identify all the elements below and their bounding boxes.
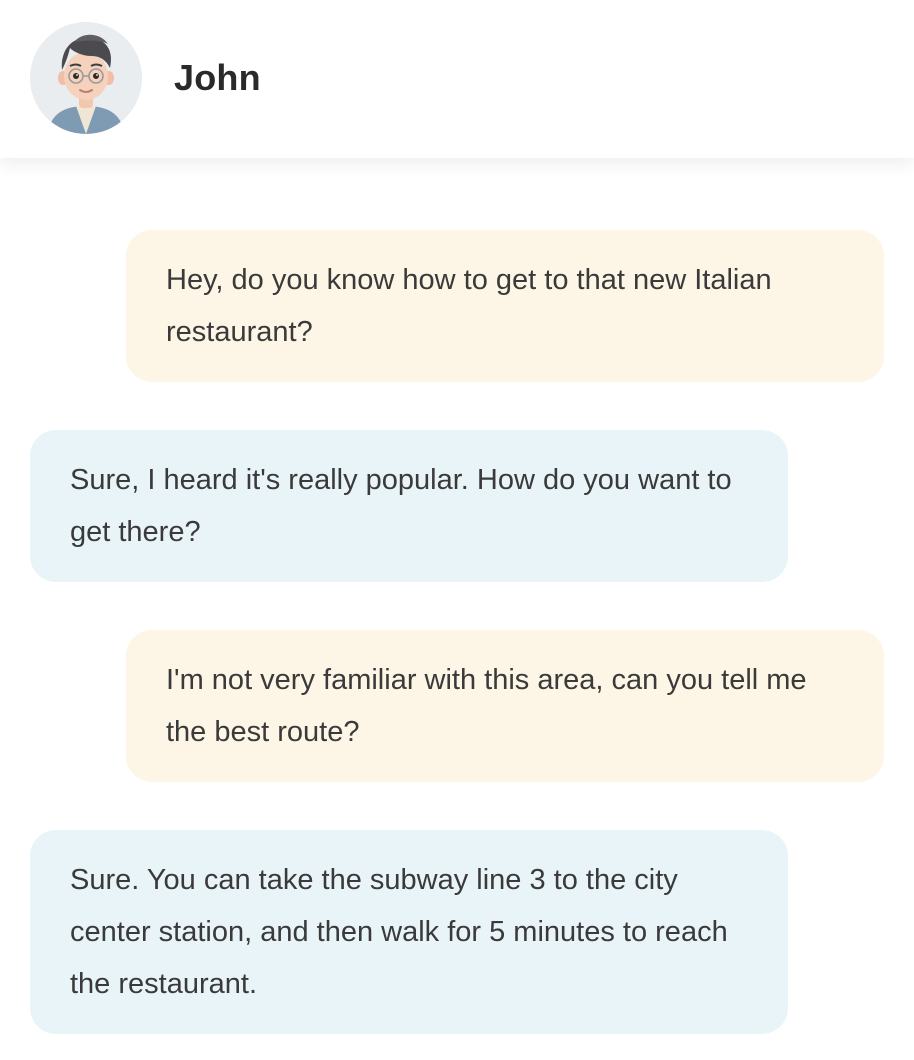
chat-header: John [0, 0, 914, 158]
message-bubble-received: Sure. You can take the subway line 3 to … [30, 830, 788, 1034]
contact-name: John [174, 57, 261, 98]
message-bubble-received: Sure, I heard it's really popular. How d… [30, 430, 788, 582]
message-bubble-sent: I'm not very familiar with this area, ca… [126, 630, 884, 782]
message-bubble-sent: Hey, do you know how to get to that new … [126, 230, 884, 382]
contact-avatar[interactable] [30, 22, 142, 134]
user-avatar-icon [30, 22, 142, 134]
